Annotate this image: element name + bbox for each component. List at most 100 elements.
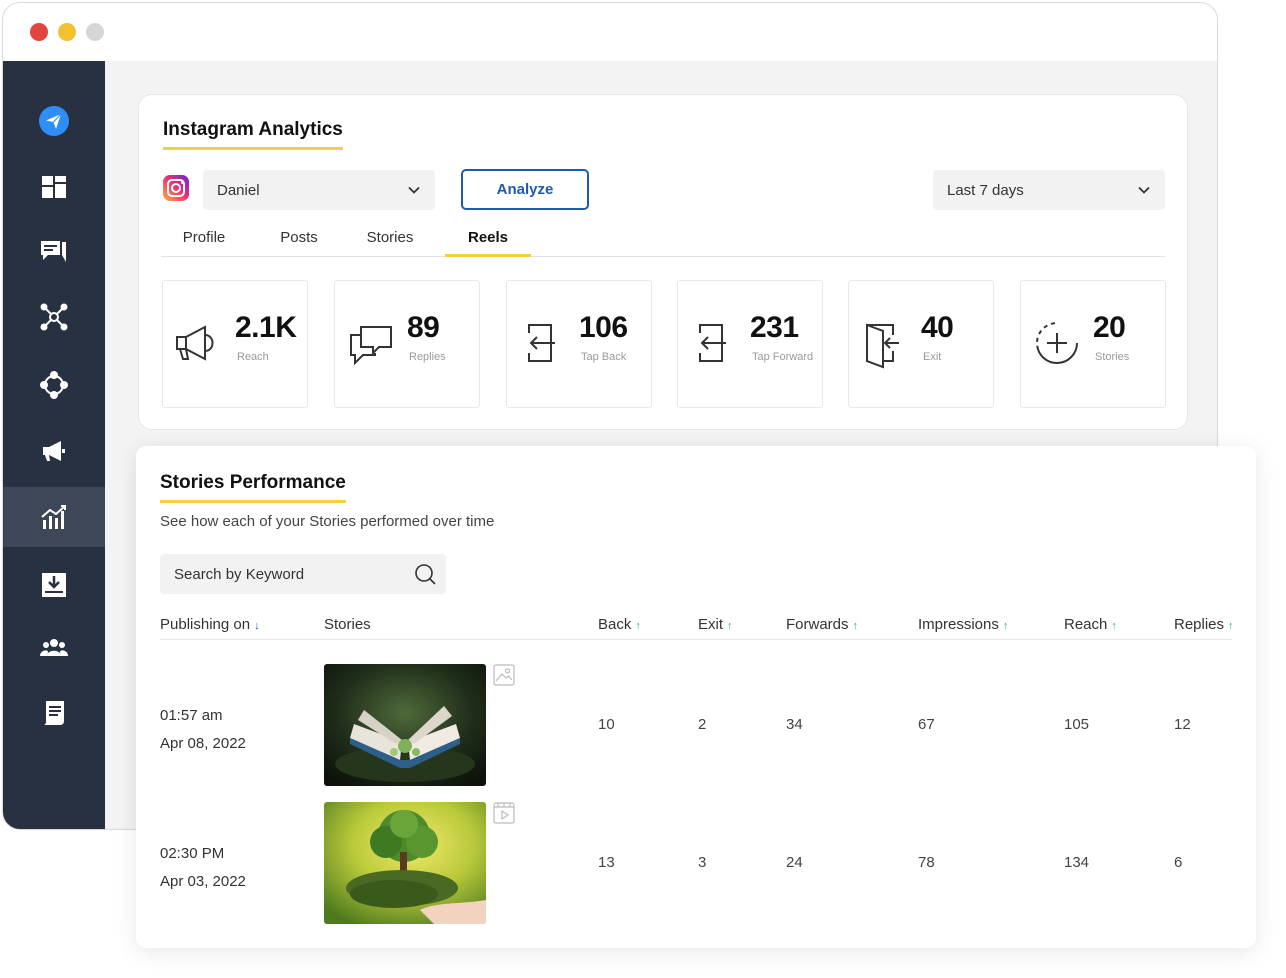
cell-replies: 6 <box>1174 854 1183 871</box>
cell-reach: 105 <box>1064 716 1090 733</box>
analytics-tabs: Profile Posts Stories Reels <box>161 229 1165 257</box>
column-exit[interactable]: Exit ↑ <box>698 616 733 633</box>
cell-replies: 12 <box>1174 716 1191 733</box>
story-thumbnail-tree[interactable] <box>324 802 486 924</box>
sort-desc-icon: ↓ <box>254 620 260 632</box>
users-icon <box>40 639 68 656</box>
account-select[interactable]: Daniel <box>203 170 435 210</box>
column-label: Back <box>598 616 632 633</box>
stat-label: Stories <box>1095 351 1130 363</box>
table-row[interactable]: 01:57 am Apr 08, 2022 10 2 34 67 105 12 <box>136 664 1256 786</box>
stat-label: Tap Back <box>581 351 627 363</box>
column-reach[interactable]: Reach ↑ <box>1064 616 1117 633</box>
sort-asc-icon: ↑ <box>727 620 733 632</box>
story-thumbnail-book[interactable] <box>324 664 486 786</box>
sidebar <box>3 61 105 829</box>
cell-forwards: 34 <box>786 716 803 733</box>
stat-value: 20 <box>1093 311 1126 344</box>
sidebar-item-dashboard[interactable] <box>3 157 105 217</box>
megaphone-icon <box>176 325 214 361</box>
minimize-window-button[interactable] <box>58 23 76 41</box>
stat-card-exit: 40 Exit <box>848 280 994 408</box>
sidebar-item-analytics[interactable] <box>3 487 105 547</box>
image-icon <box>493 664 515 686</box>
search-icon[interactable] <box>414 563 436 585</box>
tab-profile[interactable]: Profile <box>161 229 247 257</box>
stat-card-stories: 20 Stories <box>1020 280 1166 408</box>
cell-exit: 2 <box>698 716 707 733</box>
column-publishing-on[interactable]: Publishing on ↓ <box>160 616 260 633</box>
megaphone-icon <box>43 441 65 461</box>
column-back[interactable]: Back ↑ <box>598 616 641 633</box>
title-bar <box>3 3 1217 61</box>
tap-forward-icon <box>699 324 726 362</box>
stat-value: 2.1K <box>235 311 297 344</box>
account-select-value: Daniel <box>217 181 260 199</box>
column-label: Replies <box>1174 616 1225 633</box>
stat-value: 231 <box>750 311 799 344</box>
video-icon <box>493 802 515 824</box>
column-label: Publishing on <box>160 616 251 633</box>
network-icon <box>40 303 68 331</box>
performance-subtitle: See how each of your Stories performed o… <box>160 513 495 530</box>
sidebar-item-messages[interactable] <box>3 221 105 281</box>
dashboard-icon <box>42 176 66 198</box>
chat-icon <box>41 241 66 262</box>
stat-label: Tap Forward <box>752 351 814 363</box>
stat-label: Exit <box>923 351 942 363</box>
search-input[interactable] <box>160 554 400 594</box>
maximize-window-button[interactable] <box>86 23 104 41</box>
cell-reach: 134 <box>1064 854 1090 871</box>
cell-exit: 3 <box>698 854 707 871</box>
column-impressions[interactable]: Impressions ↑ <box>918 616 1008 633</box>
close-window-button[interactable] <box>30 23 48 41</box>
instagram-icon <box>163 175 189 201</box>
hub-icon <box>40 371 68 399</box>
sidebar-item-reports[interactable] <box>3 683 105 743</box>
sidebar-item-download[interactable] <box>3 555 105 615</box>
column-label: Exit <box>698 616 724 633</box>
column-label: Forwards <box>786 616 849 633</box>
send-icon <box>39 106 69 136</box>
tap-back-icon <box>528 324 555 362</box>
stat-value: 106 <box>579 311 628 344</box>
download-icon <box>42 573 66 597</box>
stat-card-replies: 89 Replies <box>334 280 480 408</box>
sidebar-item-hub[interactable] <box>3 355 105 415</box>
table-header-divider <box>160 639 1232 640</box>
stat-value: 89 <box>407 311 440 344</box>
add-circle-icon <box>1036 322 1078 364</box>
analytics-icon <box>41 505 66 529</box>
column-forwards[interactable]: Forwards ↑ <box>786 616 858 633</box>
analyze-button[interactable]: Analyze <box>461 169 589 210</box>
sort-asc-icon: ↑ <box>1228 620 1234 632</box>
column-replies[interactable]: Replies ↑ <box>1174 616 1234 633</box>
sidebar-item-send[interactable] <box>3 91 105 151</box>
column-label: Impressions <box>918 616 999 633</box>
stat-label: Replies <box>409 351 446 363</box>
sort-asc-icon: ↑ <box>1111 620 1117 632</box>
performance-title: Stories Performance <box>160 472 346 503</box>
column-label: Reach <box>1064 616 1108 633</box>
exit-door-icon <box>866 323 899 369</box>
chevron-down-icon <box>408 186 420 194</box>
analytics-title: Instagram Analytics <box>163 119 343 150</box>
sidebar-item-users[interactable] <box>3 619 105 679</box>
column-label: Stories <box>324 616 371 633</box>
table-row[interactable]: 02:30 PM Apr 03, 2022 13 3 24 78 134 6 <box>136 802 1256 924</box>
sidebar-item-network[interactable] <box>3 287 105 347</box>
tab-reels[interactable]: Reels <box>445 229 531 257</box>
publish-datetime: 01:57 am Apr 08, 2022 <box>160 702 246 758</box>
publish-time: 02:30 PM <box>160 845 225 862</box>
stat-card-tap-back: 106 Tap Back <box>506 280 652 408</box>
column-stories: Stories <box>324 616 371 633</box>
tab-stories[interactable]: Stories <box>347 229 433 257</box>
publish-date: Apr 08, 2022 <box>160 735 246 752</box>
sidebar-item-campaigns[interactable] <box>3 421 105 481</box>
stat-card-reach: 2.1K Reach <box>162 280 308 408</box>
stat-card-tap-forward: 231 Tap Forward <box>677 280 823 408</box>
date-range-select[interactable]: Last 7 days <box>933 170 1165 210</box>
stories-performance-card: Stories Performance See how each of your… <box>136 446 1256 948</box>
tab-posts[interactable]: Posts <box>261 229 337 257</box>
keyword-search <box>160 554 446 594</box>
